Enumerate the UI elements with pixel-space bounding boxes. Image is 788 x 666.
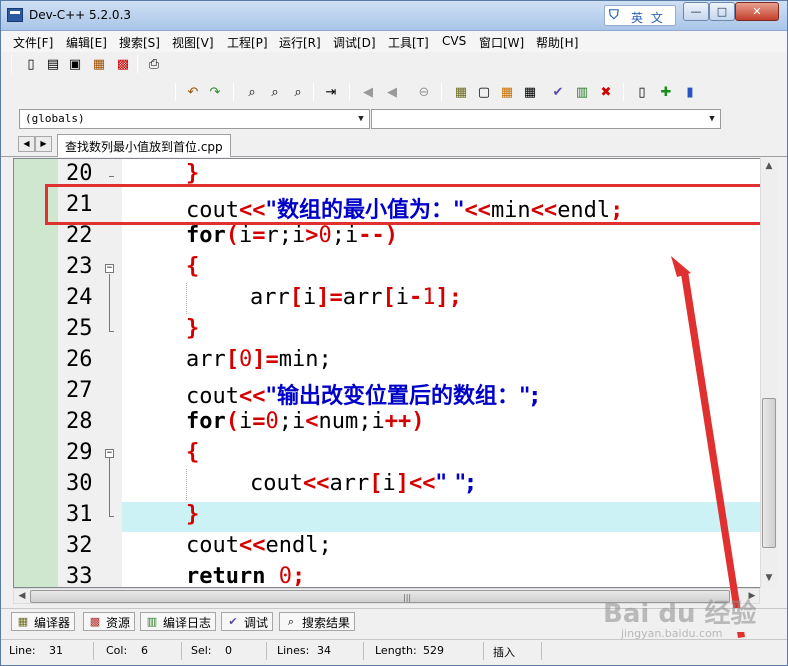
- status-insert-mode: 插入: [493, 646, 515, 659]
- baidu-watermark: Bai du 经验: [603, 599, 757, 629]
- status-line-value: 31: [49, 644, 63, 657]
- status-length-label: Length:: [375, 644, 417, 657]
- search-icon: ⌕: [287, 615, 295, 628]
- status-separator: [363, 642, 364, 660]
- panel-tab-resources[interactable]: ▩ 资源: [83, 612, 136, 631]
- annotation-arrow-head: [671, 256, 691, 277]
- status-length-value: 529: [423, 644, 444, 657]
- panel-tab-search-results[interactable]: ⌕ 搜索结果: [279, 612, 356, 631]
- annotation-arrow-shaft: [671, 257, 745, 638]
- annotation-arrow: [671, 256, 745, 638]
- panel-tab-compile-log[interactable]: ▥ 编译日志: [140, 612, 217, 631]
- status-separator: [93, 642, 94, 660]
- resources-icon: ▩: [89, 615, 101, 628]
- panel-tab-label: 搜索结果: [302, 616, 351, 630]
- status-separator: [541, 642, 542, 660]
- status-line-label: Line:: [9, 644, 36, 657]
- panel-tab-compiler[interactable]: ▦ 编译器: [11, 612, 76, 631]
- panel-tab-label: 编译日志: [163, 616, 212, 630]
- baidu-watermark-url: jingyan.baidu.com: [621, 627, 723, 640]
- check-icon: ✔: [228, 615, 238, 628]
- status-lines-label: Lines:: [277, 644, 310, 657]
- status-separator: [181, 642, 182, 660]
- panel-tab-label: 编译器: [34, 616, 71, 630]
- status-lines-value: 34: [317, 644, 331, 657]
- status-col-value: 6: [141, 644, 148, 657]
- status-bar: Line: 31 Col: 6 Sel: 0 Lines: 34 Length:…: [1, 639, 787, 661]
- status-separator: [483, 642, 484, 660]
- panel-tab-label: 调试: [244, 616, 269, 630]
- status-col-label: Col:: [106, 644, 128, 657]
- panel-tab-debug[interactable]: ✔ 调试: [221, 612, 274, 631]
- status-sel-label: Sel:: [191, 644, 212, 657]
- compiler-icon: ▦: [17, 615, 29, 628]
- app-window: Dev-C++ 5.2.0.3 ⛉ 英 文 — □ ✕ 文件[F] 编辑[E] …: [0, 0, 788, 666]
- status-separator: [266, 642, 267, 660]
- chart-icon: ▥: [146, 615, 158, 628]
- panel-tab-label: 资源: [106, 616, 131, 630]
- status-sel-value: 0: [225, 644, 232, 657]
